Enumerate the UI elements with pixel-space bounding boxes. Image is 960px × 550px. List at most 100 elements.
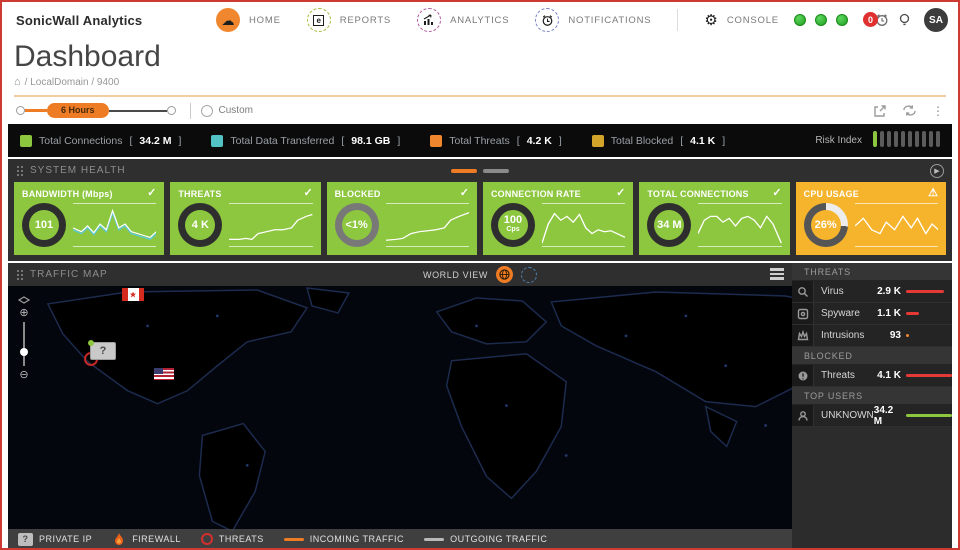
globe-icon[interactable] xyxy=(496,266,513,283)
legend-outgoing-traffic: OUTGOING TRAFFIC xyxy=(424,534,547,544)
expand-icon[interactable]: ▶ xyxy=(930,164,944,178)
time-range-slider[interactable]: 6 Hours xyxy=(16,103,176,118)
alarm-icon xyxy=(535,8,559,32)
page-header: Dashboard ⌂ / LocalDomain / 9400 xyxy=(2,38,958,97)
panel-row-blocked-threats[interactable]: Threats 4.1 K xyxy=(792,365,952,387)
export-icon[interactable] xyxy=(873,104,887,118)
legend-square-gold xyxy=(592,135,604,147)
drag-handle-icon[interactable] xyxy=(16,269,24,281)
nav-home[interactable]: ☁ HOME xyxy=(216,8,281,32)
marker-canada-flag[interactable] xyxy=(122,288,144,301)
connection-rate-ring: 100Cps xyxy=(491,203,535,247)
check-icon: ✓ xyxy=(303,188,312,199)
card-blocked[interactable]: BLOCKED✓ <1% xyxy=(327,182,477,255)
traffic-map-title: TRAFFIC MAP xyxy=(30,269,108,280)
traffic-map-section: TRAFFIC MAP WORLD VIEW xyxy=(8,263,952,550)
nav-console[interactable]: ⚙ CONSOLE xyxy=(704,13,779,28)
cpu-usage-sparkline xyxy=(855,203,938,247)
legend-private-ip: ? PRIVATE IP xyxy=(18,533,92,546)
status-dot-green-2 xyxy=(815,14,827,26)
card-connection-rate[interactable]: CONNECTION RATE✓ 100Cps xyxy=(483,182,633,255)
legend-square-green xyxy=(20,135,32,147)
custom-range-radio[interactable] xyxy=(201,105,213,117)
marker-us-flag[interactable] xyxy=(154,368,174,380)
panel-row-spyware[interactable]: Spyware 1.1 K xyxy=(792,303,952,325)
slider-end-handle[interactable] xyxy=(167,106,176,115)
panel-row-virus[interactable]: Virus 2.9 K xyxy=(792,281,952,303)
legend-incoming-traffic: INCOMING TRAFFIC xyxy=(284,534,404,544)
page-title: Dashboard xyxy=(14,40,946,73)
region-view-icon[interactable] xyxy=(521,267,537,283)
panel-section-top-users: TOP USERS xyxy=(792,387,952,405)
risk-index-label: Risk Index xyxy=(815,135,862,146)
drag-handle-icon[interactable] xyxy=(16,165,24,177)
system-health-title: SYSTEM HEALTH xyxy=(30,165,126,176)
time-range-row: 6 Hours Custom ⋮ xyxy=(2,97,958,124)
health-cards-row: BANDWIDTH (Mbps)✓ 101 THREATS✓ 4 K xyxy=(8,182,952,261)
intrusion-icon xyxy=(792,325,814,346)
firewall-status-dot xyxy=(88,340,94,346)
user-avatar[interactable]: SA xyxy=(924,8,948,32)
map-menu-icon[interactable] xyxy=(770,268,784,280)
question-mark-icon: ? xyxy=(18,533,33,546)
map-legend-bar: ? PRIVATE IP FIREWALL THREATS INCOMING T… xyxy=(8,529,792,549)
carousel-indicator[interactable] xyxy=(451,169,509,173)
check-icon: ✓ xyxy=(772,188,781,199)
nav-reports[interactable]: e REPORTS xyxy=(307,8,391,32)
total-data-transferred: Total Data Transferred [98.1 GB] xyxy=(211,135,400,147)
blocked-threat-icon xyxy=(792,365,814,386)
system-health-header: SYSTEM HEALTH ▶ xyxy=(8,159,952,182)
blocked-sparkline xyxy=(386,203,469,247)
panel-section-threats: THREATS xyxy=(792,263,952,281)
alert-bell-button[interactable]: 0 xyxy=(863,12,889,28)
time-range-pill[interactable]: 6 Hours xyxy=(47,103,109,118)
map-zoom-control: ⊕ ⊖ xyxy=(18,296,30,383)
marker-private-ip[interactable]: ? xyxy=(90,342,116,360)
risk-bars xyxy=(870,131,940,150)
value-bar xyxy=(906,290,944,293)
card-cpu-usage[interactable]: CPU USAGE⚠ 26% xyxy=(796,182,946,255)
check-icon: ✓ xyxy=(616,188,625,199)
card-total-connections[interactable]: TOTAL CONNECTIONS✓ 34 M xyxy=(639,182,789,255)
nav-notifications[interactable]: NOTIFICATIONS xyxy=(535,8,651,32)
warning-icon: ⚠ xyxy=(928,188,938,199)
alert-count-badge: 0 xyxy=(863,12,878,27)
zoom-in-icon[interactable]: ⊕ xyxy=(19,306,28,320)
value-bar xyxy=(906,374,952,377)
topbar-status-cluster: 0 SA xyxy=(794,8,948,32)
totals-summary-bar: Total Connections [34.2 M] Total Data Tr… xyxy=(8,124,952,157)
threat-side-panel: THREATS Virus 2.9 K Spyware 1.1 K Intrus… xyxy=(792,263,952,550)
threat-circle-icon xyxy=(201,533,213,545)
top-nav-bar: SonicWall Analytics ☁ HOME e REPORTS ANA… xyxy=(2,2,958,38)
risk-index: Risk Index xyxy=(815,131,940,150)
lightbulb-icon[interactable] xyxy=(898,13,911,28)
slider-track xyxy=(109,110,167,112)
panel-row-intrusions[interactable]: Intrusions 93 xyxy=(792,325,952,347)
kebab-menu-icon[interactable]: ⋮ xyxy=(932,104,944,118)
nav-analytics[interactable]: ANALYTICS xyxy=(417,8,509,32)
card-threats[interactable]: THREATS✓ 4 K xyxy=(170,182,320,255)
panel-row-unknown-user[interactable]: UNKNOWN 34.2 M xyxy=(792,405,952,427)
slider-start-handle[interactable] xyxy=(16,106,25,115)
virus-icon xyxy=(792,281,814,302)
zoom-slider[interactable] xyxy=(23,322,25,366)
map-layers-icon[interactable] xyxy=(18,296,30,306)
custom-range-label: Custom xyxy=(219,105,253,116)
total-blocked: Total Blocked [4.1 K] xyxy=(592,135,725,147)
check-icon: ✓ xyxy=(460,188,469,199)
check-icon: ✓ xyxy=(147,188,156,199)
total-threats: Total Threats [4.2 K] xyxy=(430,135,561,147)
refresh-icon[interactable] xyxy=(902,104,917,117)
outgoing-line-icon xyxy=(424,538,444,541)
incoming-line-icon xyxy=(284,538,304,541)
breadcrumb: ⌂ / LocalDomain / 9400 xyxy=(14,76,946,88)
system-health-section: SYSTEM HEALTH ▶ BANDWIDTH (Mbps)✓ 101 TH… xyxy=(8,159,952,261)
card-bandwidth[interactable]: BANDWIDTH (Mbps)✓ 101 xyxy=(14,182,164,255)
world-view-toggle: WORLD VIEW xyxy=(423,266,537,283)
world-view-label: WORLD VIEW xyxy=(423,270,488,280)
zoom-slider-thumb[interactable] xyxy=(20,348,28,356)
total-connections: Total Connections [34.2 M] xyxy=(20,135,181,147)
zoom-out-icon[interactable]: ⊖ xyxy=(19,368,28,382)
report-icon: e xyxy=(307,8,331,32)
legend-threats: THREATS xyxy=(201,533,264,545)
